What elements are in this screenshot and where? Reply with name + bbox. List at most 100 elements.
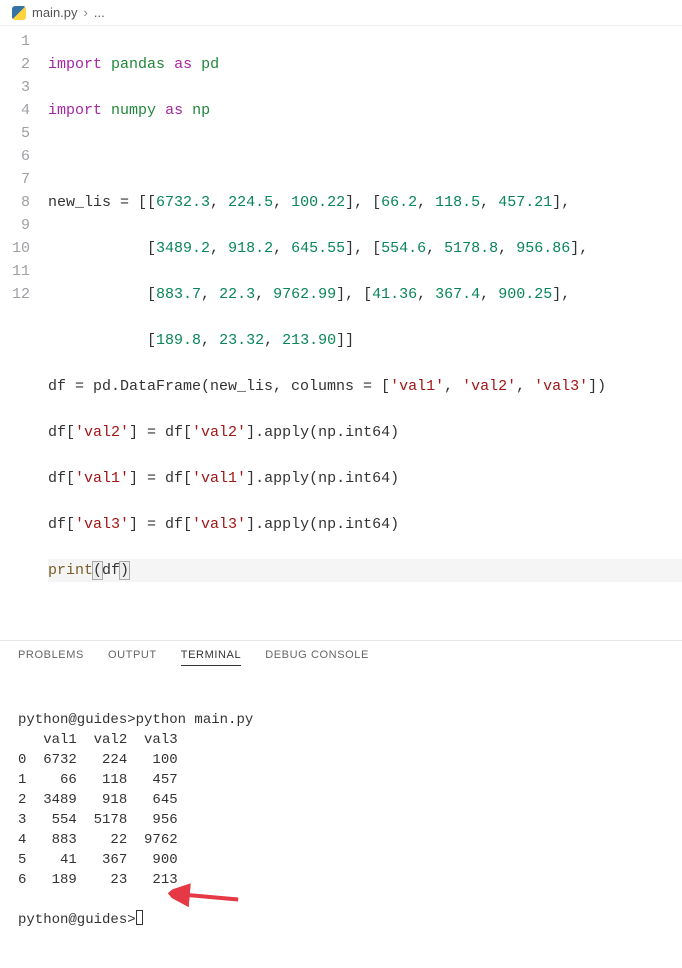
code-text: ], [: [345, 240, 381, 257]
string-literal: 'val1': [75, 470, 129, 487]
number-literal: 900.25: [498, 286, 552, 303]
number-literal: 5178.8: [444, 240, 498, 257]
terminal-cursor-icon: [136, 910, 143, 925]
line-number: 1: [0, 30, 30, 53]
string-literal: 'val3': [534, 378, 588, 395]
terminal-command: python main.py: [136, 712, 254, 728]
terminal-output-row: 0 6732 224 100: [18, 752, 178, 768]
line-number: 2: [0, 53, 30, 76]
string-literal: 'val3': [75, 516, 129, 533]
chevron-right-icon: ›: [84, 5, 88, 20]
terminal-output-row: 2 3489 918 645: [18, 792, 178, 808]
code-text: df[: [48, 424, 75, 441]
alias: np: [192, 102, 210, 119]
tab-terminal[interactable]: TERMINAL: [181, 649, 241, 666]
line-number: 12: [0, 283, 30, 306]
code-text: ].apply(np.int64): [246, 470, 399, 487]
code-text: ]]: [336, 332, 354, 349]
string-literal: 'val1': [192, 470, 246, 487]
panel-tab-bar: PROBLEMS OUTPUT TERMINAL DEBUG CONSOLE: [0, 640, 682, 672]
keyword-import: import: [48, 56, 102, 73]
code-text: ],: [570, 240, 588, 257]
number-literal: 66.2: [381, 194, 417, 211]
number-literal: 3489.2: [156, 240, 210, 257]
code-text: ]): [588, 378, 606, 395]
number-literal: 918.2: [228, 240, 273, 257]
code-text: [: [48, 332, 156, 349]
string-literal: 'val1': [390, 378, 444, 395]
keyword-as: as: [165, 102, 183, 119]
code-editor[interactable]: 1 2 3 4 5 6 7 8 9 10 11 12 import pandas…: [0, 26, 682, 628]
terminal-prompt: python@guides>: [18, 712, 136, 728]
module-name: pandas: [111, 56, 165, 73]
string-literal: 'val3': [192, 516, 246, 533]
string-literal: 'val2': [192, 424, 246, 441]
line-number: 10: [0, 237, 30, 260]
number-literal: 6732.3: [156, 194, 210, 211]
number-literal: 189.8: [156, 332, 201, 349]
breadcrumb-more[interactable]: ...: [94, 5, 105, 20]
line-number: 11: [0, 260, 30, 283]
tab-problems[interactable]: PROBLEMS: [18, 649, 84, 666]
code-text: df[: [48, 516, 75, 533]
code-text: df = pd.DataFrame(new_lis, columns = [: [48, 378, 390, 395]
terminal-panel[interactable]: python@guides>python main.py val1 val2 v…: [0, 672, 682, 968]
code-text: ] = df[: [129, 424, 192, 441]
line-number: 9: [0, 214, 30, 237]
terminal-output-row: 5 41 367 900: [18, 852, 178, 868]
string-literal: 'val2': [75, 424, 129, 441]
function-call: print: [48, 562, 93, 579]
code-text: ].apply(np.int64): [246, 516, 399, 533]
code-text: new_lis = [[: [48, 194, 156, 211]
keyword-import: import: [48, 102, 102, 119]
tab-output[interactable]: OUTPUT: [108, 649, 157, 666]
code-text: [: [48, 240, 156, 257]
tab-debug-console[interactable]: DEBUG CONSOLE: [265, 649, 369, 666]
code-text: ], [: [336, 286, 372, 303]
number-literal: 22.3: [219, 286, 255, 303]
code-text: ],: [552, 286, 570, 303]
terminal-prompt: python@guides>: [18, 912, 136, 928]
alias: pd: [201, 56, 219, 73]
number-literal: 367.4: [435, 286, 480, 303]
code-text: ],: [552, 194, 570, 211]
terminal-output-row: 3 554 5178 956: [18, 812, 178, 828]
code-content[interactable]: import pandas as pd import numpy as np n…: [48, 30, 682, 628]
number-literal: 224.5: [228, 194, 273, 211]
code-text: ].apply(np.int64): [246, 424, 399, 441]
keyword-as: as: [174, 56, 192, 73]
identifier: df: [102, 562, 120, 579]
number-literal: 41.36: [372, 286, 417, 303]
paren-open: (: [93, 562, 102, 579]
python-file-icon: [12, 6, 26, 20]
code-text: ], [: [345, 194, 381, 211]
breadcrumb[interactable]: main.py › ...: [0, 0, 682, 26]
module-name: numpy: [111, 102, 156, 119]
number-literal: 645.55: [291, 240, 345, 257]
line-number-gutter: 1 2 3 4 5 6 7 8 9 10 11 12: [0, 30, 48, 628]
string-literal: 'val2': [462, 378, 516, 395]
code-text: df[: [48, 470, 75, 487]
paren-close: ): [120, 562, 129, 579]
number-literal: 9762.99: [273, 286, 336, 303]
code-text: ] = df[: [129, 516, 192, 533]
number-literal: 956.86: [516, 240, 570, 257]
number-literal: 23.32: [219, 332, 264, 349]
terminal-output-row: 4 883 22 9762: [18, 832, 178, 848]
annotation-arrow-icon: [168, 855, 253, 940]
breadcrumb-file[interactable]: main.py: [32, 5, 78, 20]
number-literal: 118.5: [435, 194, 480, 211]
number-literal: 213.90: [282, 332, 336, 349]
code-text: [: [48, 286, 156, 303]
line-number: 8: [0, 191, 30, 214]
line-number: 3: [0, 76, 30, 99]
line-number: 7: [0, 168, 30, 191]
number-literal: 883.7: [156, 286, 201, 303]
line-number: 5: [0, 122, 30, 145]
line-number: 4: [0, 99, 30, 122]
terminal-output-row: 6 189 23 213: [18, 872, 178, 888]
line-number: 6: [0, 145, 30, 168]
terminal-output-header: val1 val2 val3: [18, 732, 178, 748]
terminal-output-row: 1 66 118 457: [18, 772, 178, 788]
number-literal: 554.6: [381, 240, 426, 257]
